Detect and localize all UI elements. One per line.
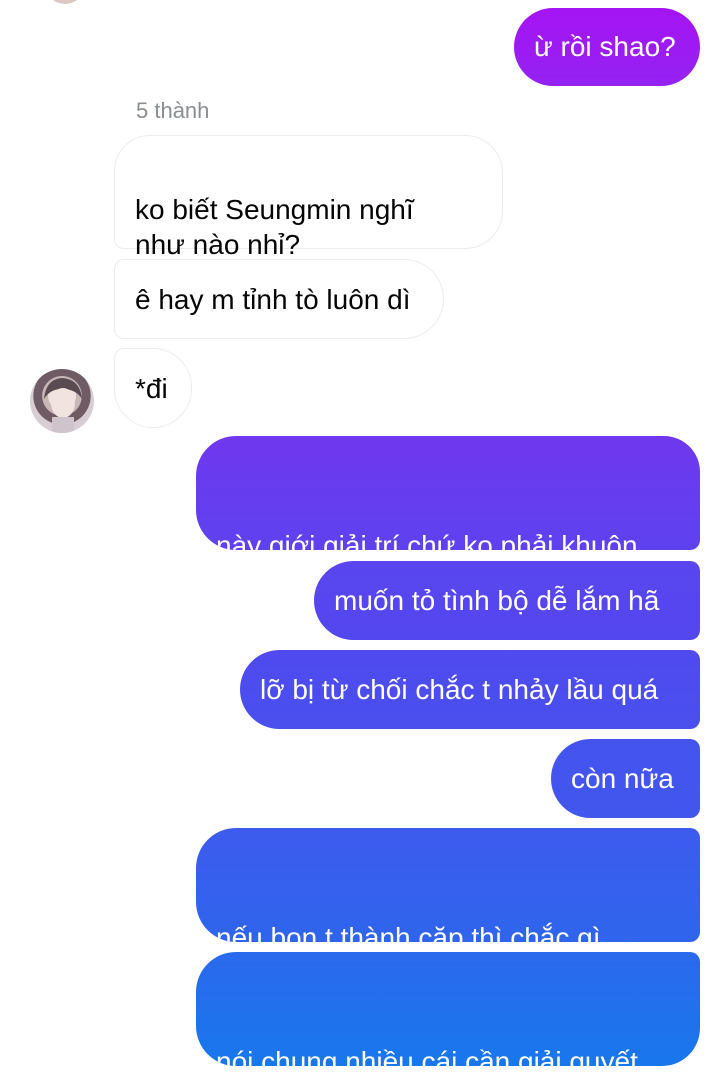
- outgoing-message[interactable]: nói chung nhiều cái cần giải quyết lắm: [196, 952, 700, 1066]
- outgoing-message[interactable]: ừ rồi shao?: [514, 8, 700, 86]
- message-text: còn nữa: [571, 763, 674, 794]
- incoming-message[interactable]: *đi: [114, 348, 192, 428]
- outgoing-message[interactable]: còn nữa: [551, 739, 700, 818]
- message-text: muốn tỏ tình bộ dễ lắm hã: [334, 585, 660, 616]
- message-text: nếu bọn t thành cặp thì chắc gì ngta ủng…: [216, 922, 601, 942]
- avatar-image-icon: [44, 378, 82, 433]
- incoming-message[interactable]: ê hay m tỉnh tò luôn dì: [114, 259, 444, 339]
- outgoing-message[interactable]: lỡ bị từ chối chắc t nhảy lầu quá: [240, 650, 700, 729]
- outgoing-message[interactable]: này giới giải trí chứ ko phải khuôn viên…: [196, 436, 700, 550]
- message-text: ko biết Seungmin nghĩ như nào nhỉ?: [135, 194, 414, 260]
- outgoing-message[interactable]: nếu bọn t thành cặp thì chắc gì ngta ủng…: [196, 828, 700, 942]
- message-text: ê hay m tỉnh tò luôn dì: [135, 284, 411, 315]
- incoming-message[interactable]: ko biết Seungmin nghĩ như nào nhỉ?: [114, 135, 503, 260]
- avatar-top-partial[interactable]: [45, 0, 85, 4]
- message-text: lỡ bị từ chối chắc t nhảy lầu quá: [260, 674, 659, 705]
- message-text: này giới giải trí chứ ko phải khuôn viên…: [216, 530, 638, 550]
- avatar[interactable]: [30, 369, 94, 433]
- outgoing-message[interactable]: muốn tỏ tình bộ dễ lắm hã: [314, 561, 700, 640]
- message-text: nói chung nhiều cái cần giải quyết lắm: [216, 1046, 638, 1066]
- message-text: ừ rồi shao?: [534, 31, 676, 62]
- message-text: *đi: [135, 373, 168, 404]
- sender-name: 5 thành: [136, 98, 210, 123]
